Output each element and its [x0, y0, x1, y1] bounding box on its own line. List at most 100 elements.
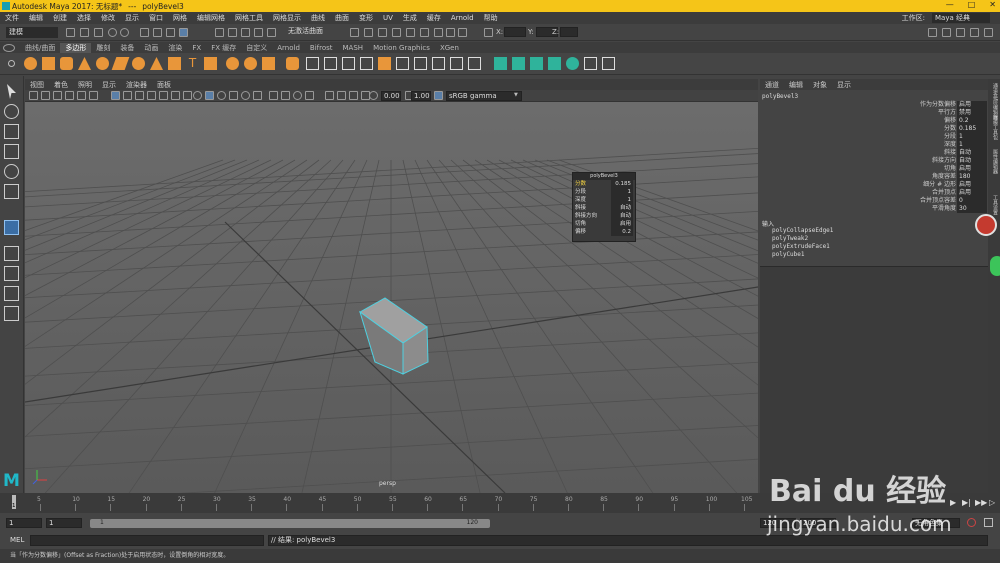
channel-attr-row[interactable]: 切角 启用: [760, 165, 988, 173]
panel-menu-view[interactable]: 视图: [25, 80, 49, 90]
command-input[interactable]: [30, 535, 264, 546]
motion-blur-icon[interactable]: [281, 91, 290, 100]
select-mode-icon[interactable]: [179, 28, 188, 37]
channel-attr-value[interactable]: 自动: [957, 149, 987, 157]
mirror-tool-icon[interactable]: [494, 57, 507, 70]
extrude-icon[interactable]: [378, 57, 391, 70]
extract-icon[interactable]: [324, 57, 337, 70]
sidebar-tool-settings-icon[interactable]: [956, 28, 965, 37]
input-node[interactable]: polyCube1: [772, 251, 805, 258]
poly-svg-icon[interactable]: [204, 57, 217, 70]
render-view-icon[interactable]: [350, 28, 359, 37]
sidebar-modeling-toolkit-icon[interactable]: [928, 28, 937, 37]
channel-attr-row[interactable]: 斜接 自动: [760, 149, 988, 157]
cb-menu-object[interactable]: 对象: [808, 80, 832, 90]
menu-cache[interactable]: 缓存: [422, 13, 446, 23]
render-settings-icon[interactable]: [392, 28, 401, 37]
bevel-row-value[interactable]: 自动: [611, 204, 633, 212]
triangulate-icon[interactable]: [360, 57, 373, 70]
menu-modify[interactable]: 修改: [96, 13, 120, 23]
minimize-icon[interactable]: —: [946, 0, 954, 9]
depth-of-field-icon[interactable]: [305, 91, 314, 100]
new-scene-icon[interactable]: [66, 28, 75, 37]
poly-pyramid-icon[interactable]: [150, 57, 163, 70]
gate-mask-icon[interactable]: [147, 91, 156, 100]
close-icon[interactable]: ✕: [989, 0, 996, 9]
channel-attr-value[interactable]: 启用: [957, 189, 987, 197]
rotate-tool-icon[interactable]: [4, 164, 19, 179]
shelf-tab-animation[interactable]: 动画: [139, 43, 163, 53]
menu-edit[interactable]: 编辑: [24, 13, 48, 23]
panel-menu-panels[interactable]: 面板: [152, 80, 176, 90]
uv-editor-icon[interactable]: [602, 57, 615, 70]
floating-green-icon[interactable]: [990, 256, 1000, 276]
shelf-tab-motion-graphics[interactable]: Motion Graphics: [368, 44, 435, 52]
menu-surfaces[interactable]: 曲面: [330, 13, 354, 23]
snap-point-icon[interactable]: [241, 28, 250, 37]
exposure-icon[interactable]: [369, 91, 378, 100]
wireframe-icon[interactable]: [193, 91, 202, 100]
menu-deform[interactable]: 变形: [354, 13, 378, 23]
field-chart-icon[interactable]: [159, 91, 168, 100]
menu-uv[interactable]: UV: [378, 14, 398, 22]
poly-cube-icon[interactable]: [42, 57, 55, 70]
shelf-menu-icon[interactable]: [8, 60, 15, 67]
shelf-tab-custom[interactable]: 自定义: [241, 43, 272, 53]
open-scene-icon[interactable]: [80, 28, 89, 37]
bevel-icon[interactable]: [414, 57, 427, 70]
workspace-select[interactable]: Maya 经典: [932, 13, 990, 23]
select-tool-icon[interactable]: [7, 84, 16, 99]
poly-disc-icon[interactable]: [132, 57, 145, 70]
channel-attr-row[interactable]: 平行方 禁用: [760, 109, 988, 117]
shelf-tab-arnold[interactable]: Arnold: [272, 44, 305, 52]
shelf-tab-curves-surfaces[interactable]: 曲线/曲面: [20, 43, 60, 53]
channel-attr-row[interactable]: 分数 0.185: [760, 125, 988, 133]
undo-icon[interactable]: [108, 28, 117, 37]
select-hierarchy-icon[interactable]: [140, 28, 149, 37]
menu-file[interactable]: 文件: [0, 13, 24, 23]
channel-attr-row[interactable]: 深度 1: [760, 141, 988, 149]
shadows-icon[interactable]: [253, 91, 262, 100]
shelf-tab-xgen[interactable]: XGen: [435, 44, 464, 52]
safe-action-icon[interactable]: [171, 91, 180, 100]
image-plane-icon[interactable]: [65, 91, 74, 100]
channel-attr-value[interactable]: 0: [957, 197, 987, 205]
two-d-pan-icon[interactable]: [77, 91, 86, 100]
select-object-icon[interactable]: [153, 28, 162, 37]
colorspace-chevron-down-icon[interactable]: ▼: [514, 92, 518, 98]
xray-joints-icon[interactable]: [349, 91, 358, 100]
cb-menu-edit[interactable]: 编辑: [784, 80, 808, 90]
textured-icon[interactable]: [229, 91, 238, 100]
poly-sphere-icon[interactable]: [24, 57, 37, 70]
xform-icon[interactable]: [484, 28, 493, 37]
bevel-row[interactable]: 斜接方向 自动: [573, 212, 635, 220]
smooth-shade-icon[interactable]: [205, 91, 214, 100]
uv-cut-icon[interactable]: [566, 57, 579, 70]
exposure-field[interactable]: 0.00: [381, 91, 401, 101]
channel-attr-row[interactable]: 合并顶点容差 0: [760, 197, 988, 205]
sculpt-geometry-icon[interactable]: [342, 57, 355, 70]
redo-icon[interactable]: [120, 28, 129, 37]
input-node[interactable]: polyExtrudeFace1: [772, 243, 830, 250]
channel-attr-row[interactable]: 偏移 0.2: [760, 117, 988, 125]
bevel-row-value[interactable]: 1: [611, 196, 633, 204]
camera-attr-icon[interactable]: [41, 91, 50, 100]
two-view-layout-icon[interactable]: [4, 286, 19, 301]
grid-toggle-icon[interactable]: [111, 91, 120, 100]
use-all-lights-icon[interactable]: [241, 91, 250, 100]
live-surface-field[interactable]: 无激活曲面: [286, 27, 340, 37]
menu-edit-mesh[interactable]: 编辑网格: [192, 13, 230, 23]
safe-title-icon[interactable]: [183, 91, 192, 100]
panel-menu-show[interactable]: 显示: [97, 80, 121, 90]
resolution-gate-icon[interactable]: [135, 91, 144, 100]
default-material-icon[interactable]: [217, 91, 226, 100]
bevel-row-value[interactable]: 1: [611, 188, 633, 196]
bridge-icon[interactable]: [396, 57, 409, 70]
shelf-tab-sculpting[interactable]: 雕刻: [91, 43, 115, 53]
channel-attr-value[interactable]: 启用: [957, 101, 987, 109]
menu-create[interactable]: 创建: [48, 13, 72, 23]
sidebar-attribute-editor-icon[interactable]: [942, 28, 951, 37]
bevel-row-value[interactable]: 0.2: [611, 228, 633, 236]
x-field[interactable]: [504, 27, 526, 37]
xray-icon[interactable]: [337, 91, 346, 100]
